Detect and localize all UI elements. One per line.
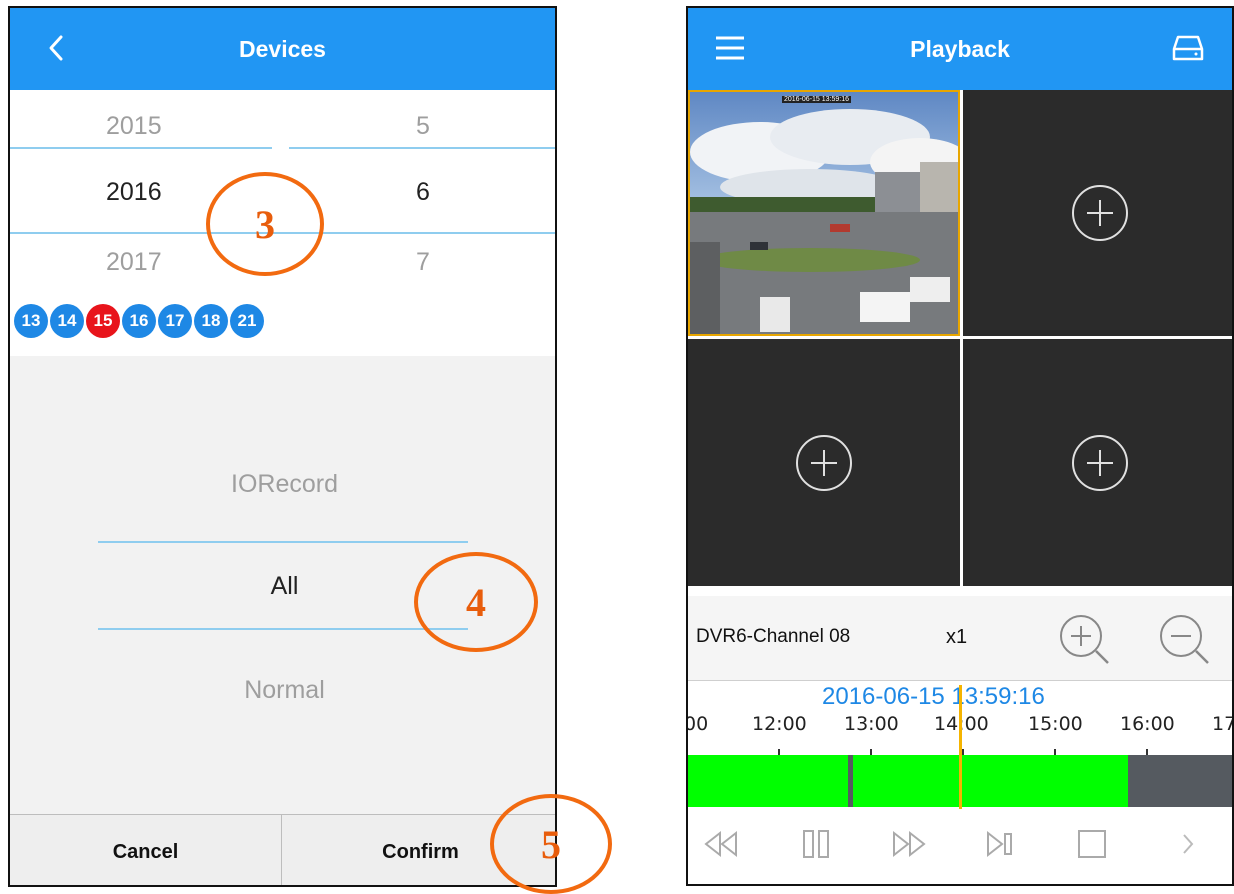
record-type-option[interactable]: Normal bbox=[10, 676, 555, 705]
rewind-icon bbox=[704, 830, 737, 858]
timeline-tick-label: 12:00 bbox=[752, 713, 807, 735]
month-divider bbox=[289, 147, 555, 149]
stop-button[interactable] bbox=[1062, 816, 1122, 872]
record-type-divider bbox=[98, 628, 468, 630]
date-badge[interactable]: 21 bbox=[230, 304, 264, 338]
year-selected[interactable]: 2016 bbox=[106, 178, 162, 207]
timeline-tick-label: 15:00 bbox=[1028, 713, 1083, 735]
add-channel-icon[interactable] bbox=[1070, 183, 1130, 243]
annotation-5: 5 bbox=[490, 794, 612, 894]
annotation-4: 4 bbox=[414, 552, 538, 652]
chevron-right-icon bbox=[1183, 834, 1194, 854]
cancel-button[interactable]: Cancel bbox=[10, 815, 282, 885]
month-selected[interactable]: 6 bbox=[416, 178, 430, 207]
next-button[interactable] bbox=[1158, 816, 1218, 872]
channel-info-bar: DVR6-Channel 08 x1 bbox=[688, 596, 1232, 681]
playback-header: Playback bbox=[688, 8, 1232, 90]
channel-name: DVR6-Channel 08 bbox=[696, 626, 851, 647]
month-option[interactable]: 7 bbox=[416, 248, 430, 277]
annotation-3: 3 bbox=[206, 172, 324, 276]
recording-segment bbox=[688, 755, 1128, 807]
year-option[interactable]: 2015 bbox=[106, 112, 162, 141]
timeline-current-time: 2016-06-15 13:59:16 bbox=[822, 683, 1045, 710]
date-badge[interactable]: 13 bbox=[14, 304, 48, 338]
recording-gap bbox=[848, 755, 853, 807]
zoom-out-icon[interactable] bbox=[1156, 612, 1214, 670]
step-forward-icon bbox=[987, 830, 1012, 858]
recorded-dates: 13 14 15 16 17 18 21 bbox=[10, 304, 264, 338]
step-forward-button[interactable] bbox=[970, 816, 1030, 872]
timeline-cursor[interactable] bbox=[959, 685, 962, 809]
camera-feed-image bbox=[690, 92, 958, 334]
pause-icon bbox=[803, 830, 829, 858]
page-title: Playback bbox=[910, 36, 1010, 62]
timeline-tick-label: 17 bbox=[1212, 713, 1234, 735]
timeline-tick-label: 16:00 bbox=[1120, 713, 1175, 735]
timeline-tick-label: 00 bbox=[686, 713, 709, 735]
zoom-in-icon[interactable] bbox=[1056, 612, 1114, 670]
playback-screen: Playback 2016-06-15 13:59:16 DVR6-Channe… bbox=[686, 6, 1234, 886]
page-title: Devices bbox=[239, 36, 326, 62]
video-cell-4[interactable] bbox=[963, 339, 1232, 586]
year-divider bbox=[10, 147, 272, 149]
fast-forward-button[interactable] bbox=[878, 816, 938, 872]
timeline[interactable]: 2016-06-15 13:59:16 00 12:00 13:00 14:00… bbox=[686, 681, 1234, 809]
date-badge[interactable]: 17 bbox=[158, 304, 192, 338]
fast-forward-icon bbox=[893, 830, 926, 858]
date-badge[interactable]: 18 bbox=[194, 304, 228, 338]
stop-icon bbox=[1078, 830, 1106, 858]
pause-button[interactable] bbox=[786, 816, 846, 872]
rewind-button[interactable] bbox=[692, 816, 752, 872]
date-badge-selected[interactable]: 15 bbox=[86, 304, 120, 338]
dialog-actions: Cancel Confirm bbox=[10, 814, 555, 885]
devices-header: Devices bbox=[10, 8, 555, 90]
year-option[interactable]: 2017 bbox=[106, 248, 162, 277]
video-cell-1[interactable]: 2016-06-15 13:59:16 bbox=[688, 90, 960, 336]
hard-drive-icon bbox=[1172, 35, 1204, 61]
devices-screen: Devices 2015 5 2016 6 2017 7 13 14 15 16 17 1… bbox=[8, 6, 557, 887]
playback-speed[interactable]: x1 bbox=[946, 626, 967, 649]
date-badge[interactable]: 16 bbox=[122, 304, 156, 338]
timeline-tick-label: 13:00 bbox=[844, 713, 899, 735]
month-option[interactable]: 5 bbox=[416, 112, 430, 141]
record-type-option[interactable]: IORecord bbox=[10, 470, 555, 499]
storage-button[interactable] bbox=[1168, 30, 1208, 66]
record-type-divider bbox=[98, 541, 468, 543]
add-channel-icon[interactable] bbox=[794, 433, 854, 493]
date-badge[interactable]: 14 bbox=[50, 304, 84, 338]
camera-timestamp: 2016-06-15 13:59:16 bbox=[782, 96, 851, 103]
add-channel-icon[interactable] bbox=[1070, 433, 1130, 493]
video-cell-2[interactable] bbox=[963, 90, 1232, 336]
video-cell-3[interactable] bbox=[688, 339, 960, 586]
